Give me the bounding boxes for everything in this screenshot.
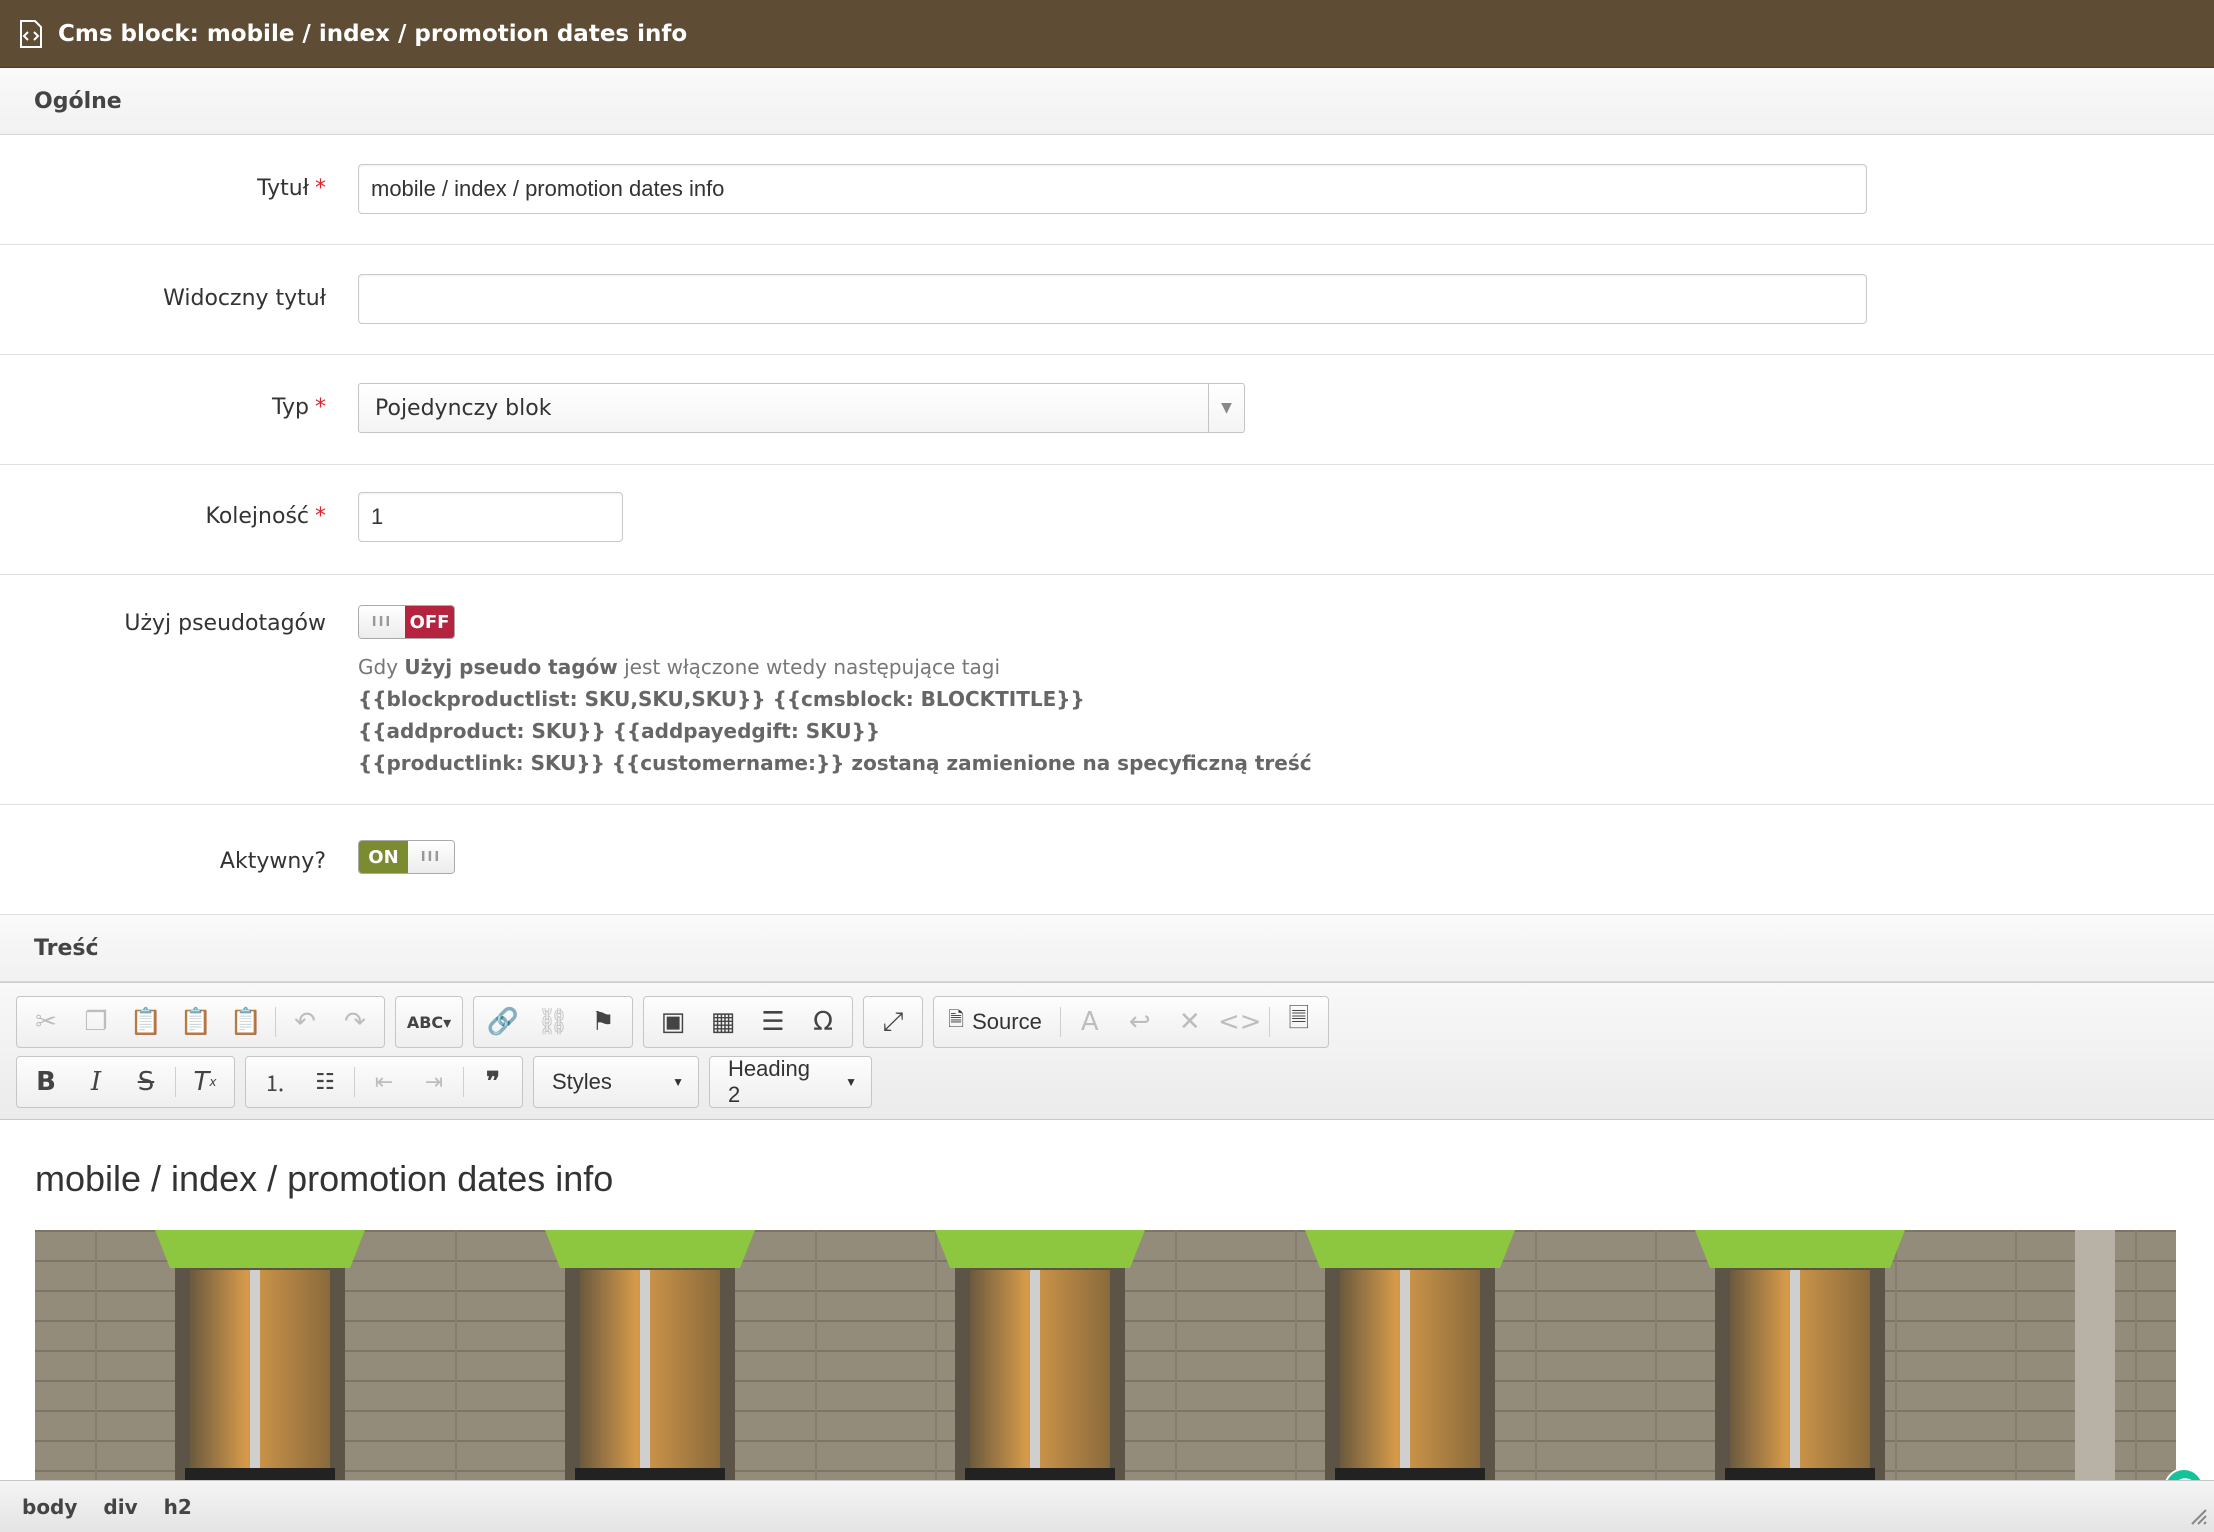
editor-path-bar: body div h2 <box>0 1480 2214 1532</box>
section-content-header[interactable]: Treść <box>0 915 2214 982</box>
numbered-list-icon[interactable]: ⒈ <box>250 1058 300 1106</box>
blockquote-icon[interactable]: ❞ <box>468 1058 518 1106</box>
redo-icon[interactable]: ↷ <box>330 998 380 1046</box>
pseudotags-row: Użyj pseudotagów III OFF Gdy Użyj pseudo… <box>0 575 2214 805</box>
window-titlebar: Cms block: mobile / index / promotion da… <box>0 0 2214 68</box>
horizontal-rule-icon[interactable]: ☰ <box>748 998 798 1046</box>
maximize-group: ⤢ <box>863 996 923 1048</box>
toggle-state-on: ON <box>359 841 408 873</box>
active-label: Aktywny? <box>219 849 326 874</box>
styles-dropdown[interactable]: Styles ▼ <box>533 1056 699 1108</box>
undo-icon[interactable]: ↶ <box>280 998 330 1046</box>
visible-title-row: Widoczny tytuł <box>0 245 2214 355</box>
active-toggle[interactable]: ON III <box>358 840 455 874</box>
bulleted-list-icon[interactable]: ☷ <box>300 1058 350 1106</box>
building-facade-image[interactable] <box>35 1230 2176 1480</box>
resize-handle-icon[interactable] <box>2188 1506 2208 1526</box>
code-view-icon[interactable]: <> <box>1215 998 1265 1046</box>
source-button[interactable]: 🗎 Source <box>938 998 1056 1046</box>
type-select[interactable]: Pojedynczy blok ▼ <box>358 383 1245 433</box>
basic-styles-group: B I S Tx <box>16 1056 235 1108</box>
type-select-value: Pojedynczy blok <box>375 395 552 421</box>
title-row: Tytuł * mobile / index / promotion dates … <box>0 135 2214 245</box>
chevron-down-icon[interactable]: ▼ <box>1208 384 1244 432</box>
list-group: ⒈ ☷ ⇤ ⇥ ❞ <box>245 1056 523 1108</box>
path-item-body[interactable]: body <box>22 1495 77 1519</box>
strikethrough-icon[interactable]: S <box>121 1058 171 1106</box>
order-row: Kolejność * 1 <box>0 465 2214 575</box>
source-doc-icon: 🗎 <box>948 1009 965 1031</box>
rich-text-editor: ✂ ❐ 📋 📋 📋 ↶ ↷ ABC▾ 🔗 ⛓ ⚑ ▣ ▦ ☰ Ω ⤢ 🗎 Sou… <box>0 982 2214 1480</box>
paste-word-icon[interactable]: 📋 <box>221 998 271 1046</box>
title-input[interactable]: mobile / index / promotion dates info <box>358 164 1867 214</box>
preview-document-icon[interactable]: 🗏 <box>1274 998 1324 1046</box>
outdent-icon[interactable]: ⇤ <box>359 1058 409 1106</box>
paste-icon[interactable]: 📋 <box>121 998 171 1046</box>
insert-paragraph-after-icon[interactable]: ✕ <box>1165 998 1215 1046</box>
visible-title-label: Widoczny tytuł <box>163 286 326 311</box>
pseudotags-toggle[interactable]: III OFF <box>358 605 455 639</box>
section-general-header[interactable]: Ogólne <box>0 68 2214 135</box>
link-group: 🔗 ⛓ ⚑ <box>473 996 633 1048</box>
remove-format-icon[interactable]: Tx <box>180 1058 230 1106</box>
visible-title-input[interactable] <box>358 274 1867 324</box>
copy-icon[interactable]: ❐ <box>71 998 121 1046</box>
active-row: Aktywny? ON III <box>0 805 2214 915</box>
source-group: 🗎 Source A ↩ ✕ <> 🗏 <box>933 996 1329 1048</box>
document-code-icon <box>20 19 42 48</box>
type-label: Typ * <box>272 395 326 420</box>
path-item-div[interactable]: div <box>103 1495 137 1519</box>
anchor-flag-icon[interactable]: ⚑ <box>578 998 628 1046</box>
editor-content-area[interactable]: mobile / index / promotion dates info <box>0 1120 2214 1480</box>
pseudotags-help: Gdy Użyj pseudo tagów jest włączone wted… <box>358 655 1312 775</box>
caret-down-icon: ▼ <box>845 1075 857 1089</box>
order-label: Kolejność * <box>205 504 326 529</box>
show-blocks-icon[interactable]: A <box>1065 998 1115 1046</box>
spellcheck-icon[interactable]: ABC▾ <box>400 998 458 1046</box>
order-input[interactable]: 1 <box>358 492 623 542</box>
required-mark: * <box>315 176 326 201</box>
format-dropdown[interactable]: Heading 2 ▼ <box>709 1056 872 1108</box>
special-char-icon[interactable]: Ω <box>798 998 848 1046</box>
insert-group: ▣ ▦ ☰ Ω <box>643 996 853 1048</box>
content-heading[interactable]: mobile / index / promotion dates info <box>35 1158 2214 1200</box>
editor-toolbar: ✂ ❐ 📋 📋 📋 ↶ ↷ ABC▾ 🔗 ⛓ ⚑ ▣ ▦ ☰ Ω ⤢ 🗎 Sou… <box>0 983 2214 1120</box>
cut-icon[interactable]: ✂ <box>21 998 71 1046</box>
required-mark: * <box>315 504 326 529</box>
table-icon[interactable]: ▦ <box>698 998 748 1046</box>
type-row: Typ * Pojedynczy blok ▼ <box>0 355 2214 465</box>
link-icon[interactable]: 🔗 <box>478 998 528 1046</box>
window-title: Cms block: mobile / index / promotion da… <box>58 20 688 47</box>
clipboard-group: ✂ ❐ 📋 📋 📋 ↶ ↷ <box>16 996 385 1048</box>
required-mark: * <box>315 395 326 420</box>
insert-paragraph-before-icon[interactable]: ↩ <box>1115 998 1165 1046</box>
path-item-h2[interactable]: h2 <box>164 1495 192 1519</box>
italic-icon[interactable]: I <box>71 1058 121 1106</box>
pseudotags-label: Użyj pseudotagów <box>124 611 326 636</box>
toggle-state-off: OFF <box>405 606 454 638</box>
toggle-knob: III <box>359 606 406 638</box>
section-general-title: Ogólne <box>34 88 122 114</box>
toggle-knob: III <box>407 841 454 873</box>
facade-illustration <box>35 1230 2176 1480</box>
bold-icon[interactable]: B <box>21 1058 71 1106</box>
unlink-icon[interactable]: ⛓ <box>528 998 578 1046</box>
section-content-title: Treść <box>34 935 99 961</box>
title-label: Tytuł * <box>257 176 326 201</box>
image-icon[interactable]: ▣ <box>648 998 698 1046</box>
paste-text-icon[interactable]: 📋 <box>171 998 221 1046</box>
maximize-icon[interactable]: ⤢ <box>868 998 918 1046</box>
indent-icon[interactable]: ⇥ <box>409 1058 459 1106</box>
spellcheck-group: ABC▾ <box>395 996 463 1048</box>
caret-down-icon: ▼ <box>672 1075 684 1089</box>
